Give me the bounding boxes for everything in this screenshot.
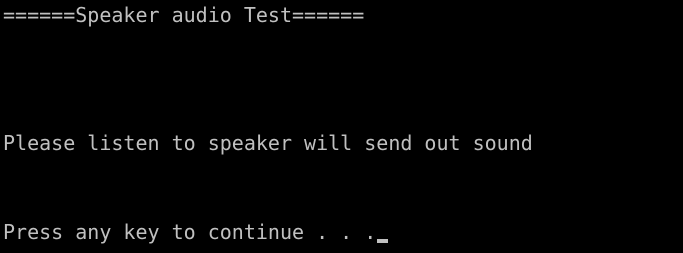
- continue-prompt-text: Press any key to continue . . .: [3, 220, 377, 244]
- instruction-text: Please listen to speaker will send out s…: [3, 131, 533, 155]
- test-header: ======Speaker audio Test======: [3, 3, 365, 27]
- console-window[interactable]: ======Speaker audio Test====== Please li…: [0, 0, 683, 253]
- text-cursor: [377, 239, 389, 243]
- continue-prompt: Press any key to continue . . .: [3, 219, 389, 245]
